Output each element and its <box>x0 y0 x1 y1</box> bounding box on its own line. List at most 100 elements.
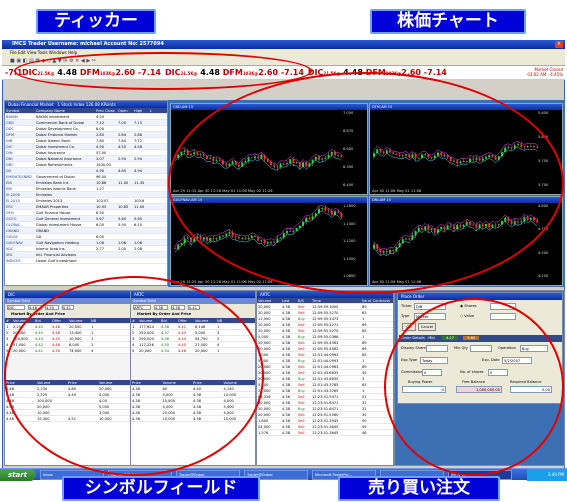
cancel-button[interactable]: Cancel <box>418 323 436 331</box>
price-chart[interactable]: DFM,AM 15 5.650 5.800 5.750 5.700 Apr 30 11:0… <box>369 103 563 195</box>
trade-cell: 12:23:51.3945 <box>312 419 339 423</box>
candle <box>526 146 529 148</box>
operation-label: Operation <box>498 346 516 350</box>
depth-col-header: Offer <box>52 319 61 323</box>
ticker-items: DIC21.5K@ 4.48 DFM103K@2.60 -7.14 DIC21.… <box>22 68 447 77</box>
depth-cell: 4.41 <box>35 349 44 353</box>
price-tick: 4.250 <box>538 273 549 278</box>
depth-cell: 1 <box>91 337 94 341</box>
symbol-input[interactable]: DIC <box>7 305 25 310</box>
depth-cell: 4.50 <box>52 337 61 341</box>
trade-cell: 4.38 <box>282 377 291 381</box>
candle <box>533 217 535 221</box>
candle <box>241 238 244 239</box>
symbol-input[interactable]: ARTC <box>133 305 151 310</box>
trade-cell: 12:23:51.3645 <box>312 431 339 435</box>
trade-cell: 12:59:55.1473 <box>312 317 339 321</box>
candle <box>513 145 516 149</box>
ticker-select[interactable]: DIB <box>414 303 446 310</box>
ticker-item[interactable]: DIC21.5K@ 4.48 DFM103K@2.60 -7.14 <box>308 68 447 77</box>
price-chart[interactable]: GULFNAV,AM 15 1.1600 1.1400 1.1200 1.1000 1.0… <box>170 196 368 286</box>
price-chart[interactable]: DNI,AM 15 4.800 4.750 4.500 4.250 Apr 30 11:0… <box>369 196 563 286</box>
last-price[interactable]: 4.48 <box>28 305 42 310</box>
type-select[interactable]: Market <box>414 313 446 320</box>
market-cell: 1.27 <box>96 187 105 191</box>
market-cell: 7.84 <box>118 139 127 143</box>
operation-select[interactable]: Buy <box>520 345 548 352</box>
candle <box>533 146 535 148</box>
trade-cell: 4.38 <box>282 419 291 423</box>
exp-date-input[interactable]: 5/2/2007 <box>502 357 532 364</box>
min-qty-input[interactable] <box>470 345 492 352</box>
market-by-order-toggle[interactable]: Market By Order And Price <box>5 311 131 318</box>
window-close-icon[interactable]: × <box>555 41 563 48</box>
change-value[interactable]: 4.38 <box>171 305 185 310</box>
symbol-field-callout: シンボルフィールド <box>62 476 260 501</box>
shares-input[interactable] <box>490 303 516 310</box>
menu-items[interactable]: File Edit View Tools Windows Help <box>10 50 77 55</box>
pct-change[interactable]: 0.41 <box>62 305 74 310</box>
trades-row[interactable]: 4.48 15,300 4.51 10,000 <box>5 416 131 422</box>
value-radio[interactable]: ○ Value <box>460 313 474 319</box>
market-cell <box>117 234 133 239</box>
order-details-tab[interactable]: Order Details Mkt 4.17 5.60 <box>399 335 562 342</box>
trade-cell: Buy <box>298 407 305 411</box>
moving-average-line <box>373 147 538 167</box>
candle <box>292 231 295 232</box>
type-label: Type <box>401 314 410 318</box>
depth-spacer <box>131 354 255 380</box>
shares-radio[interactable]: ◉ Shares <box>460 303 477 309</box>
pct-change[interactable]: 0.41 <box>188 305 200 310</box>
market-cell: Dubai Development Co. <box>36 127 79 131</box>
candle <box>289 230 292 232</box>
ok-button[interactable]: OK <box>402 323 416 331</box>
market-cell: 57.00 <box>96 151 107 155</box>
market-cell: 4.20 <box>96 115 105 119</box>
value-input[interactable] <box>490 313 516 320</box>
trades-row[interactable]: 4.38 10,000 4.38 10,000 <box>131 416 255 422</box>
toolbar-icons[interactable]: ■ ▣ ◧ ▤ ▦ ◆ ◇ ▲ ▼ ✉ ⚙ ✕ ◀ ▶ ✂ <box>10 58 96 64</box>
market-by-order-toggle[interactable]: Market By Order And Price <box>131 311 255 318</box>
depth-cell: 5 <box>132 349 135 353</box>
change-value[interactable]: 4.50 <box>45 305 59 310</box>
trade-cell: 12:23:51.9471 <box>312 395 339 399</box>
market-cell: 96.00 <box>96 175 107 179</box>
candle <box>405 238 407 240</box>
market-cell: Dubai Insurance <box>36 151 66 155</box>
market-watch-row[interactable]: INDICES Lower Gulf Investment <box>5 258 167 264</box>
trades-cell: 4.48 <box>6 393 15 397</box>
price-tick: 6.350 <box>343 165 354 169</box>
trade-cell: 20,000 <box>258 323 271 327</box>
trades-cell: 4.38 <box>193 393 202 397</box>
depth-cell: 2 <box>6 331 9 335</box>
trade-cell: 4.38 <box>282 413 291 417</box>
ticker-item[interactable]: DIC21.5K@ 4.48 DFM103K@2.60 -7.14 <box>22 68 161 77</box>
trades-cell: 4.38 <box>193 411 202 415</box>
market-cell: 7.72 <box>134 139 143 143</box>
price-chart[interactable]: CBD,AM 15 7.050 6.870 6.600 6.350 6.400 Apr 29… <box>170 103 368 195</box>
ticker-item[interactable]: DIC21.5K@ 4.48 DFM103K@2.60 -7.14 <box>165 68 304 77</box>
candle <box>190 154 192 156</box>
candle <box>247 238 250 240</box>
trades-cell <box>67 398 98 403</box>
market-cell: Islamic Arab Ins. <box>36 247 66 251</box>
trades-cell: 4.48 <box>6 411 15 415</box>
trade-row[interactable]: 1,576 4.38 Sell 12:23:51.3645 48 <box>257 430 393 436</box>
candle <box>324 157 327 159</box>
last-price[interactable]: 4.38 <box>154 305 168 310</box>
symbol-field-titlebar: ARTC <box>131 291 255 298</box>
trade-cell: 1,576 <box>258 431 269 435</box>
trade-cell: 4.38 <box>282 401 291 405</box>
display-shares-input[interactable] <box>426 345 448 352</box>
trades-cell: 10,000 <box>223 393 237 397</box>
price-axis: 4.800 4.750 4.500 4.250 <box>538 204 562 278</box>
candle <box>379 149 382 152</box>
chart-titlebar: DNI,AM 15 <box>370 197 562 203</box>
market-cell: Global Investment House <box>36 223 82 227</box>
candle <box>385 251 388 253</box>
market-cell <box>133 126 149 131</box>
date-axis: Apr 30 11:06 May 01 11:06 <box>372 189 422 193</box>
start-button[interactable]: start <box>0 469 36 481</box>
exp-type-select[interactable]: Today <box>420 357 448 364</box>
menu-bar[interactable]: File Edit View Tools Windows Help <box>2 49 565 57</box>
